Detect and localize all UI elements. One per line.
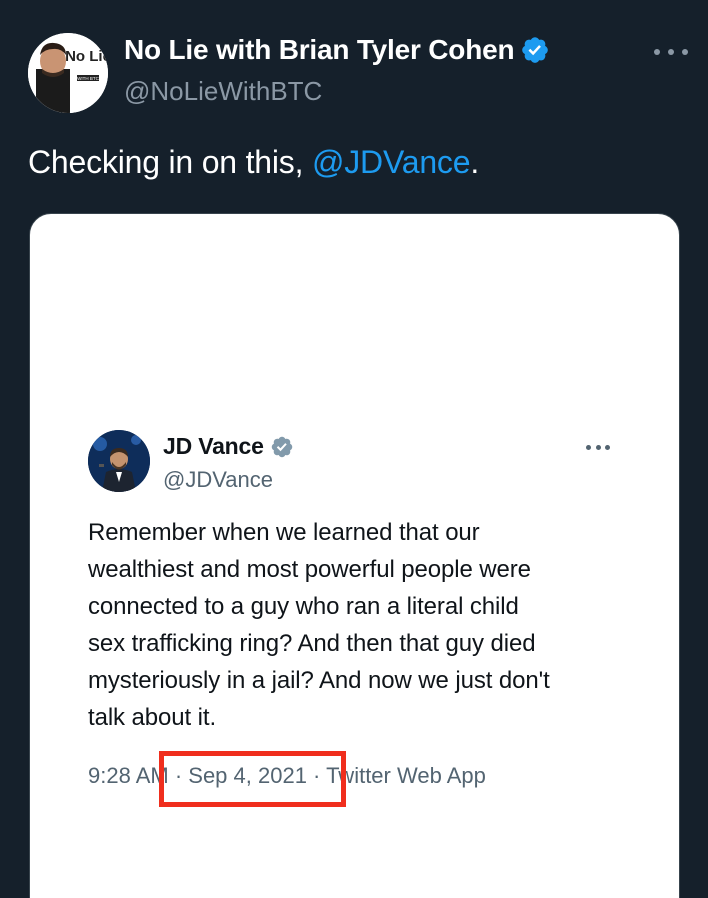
more-dot	[682, 49, 688, 55]
embedded-text-line: mysteriously in a jail? And now we just …	[88, 667, 550, 694]
embedded-name-row: JD Vance	[163, 433, 294, 460]
attached-image[interactable]: JD Vance @JDVance Remember when we learn…	[29, 213, 680, 898]
embedded-more-icon	[586, 443, 610, 451]
svg-text:WITH BTC: WITH BTC	[77, 76, 99, 81]
embedded-more-dot	[605, 444, 610, 450]
author-avatar-image: No Lie WITH BTC	[28, 33, 108, 113]
mention-link[interactable]: @JDVance	[312, 144, 471, 180]
embedded-text-line: talk about it.	[88, 704, 217, 731]
embedded-avatar-image	[88, 430, 150, 492]
tweet-header: No Lie WITH BTC No Lie with Brian Tyler …	[28, 30, 688, 114]
embedded-display-name: JD Vance	[163, 433, 264, 459]
more-dot	[668, 49, 674, 55]
embedded-tweet-text: Remember when we learned that our wealth…	[88, 514, 648, 736]
more-dot	[654, 49, 660, 55]
author-name-row: No Lie with Brian Tyler Cohen	[124, 34, 550, 66]
embedded-more-dot	[595, 444, 601, 450]
tweet-page: No Lie WITH BTC No Lie with Brian Tyler …	[0, 0, 708, 898]
embedded-more-dot	[586, 444, 591, 450]
date-highlight-box	[159, 751, 346, 807]
tweet-text: Checking in on this, @JDVance.	[28, 144, 678, 181]
embedded-text-line: sex trafficking ring? And then that guy …	[88, 630, 536, 657]
embedded-avatar	[88, 430, 150, 492]
author-display-name[interactable]: No Lie with Brian Tyler Cohen	[124, 34, 515, 66]
tweet-text-suffix: .	[470, 144, 480, 180]
embedded-handle: @JDVance	[163, 467, 273, 492]
embedded-verified-badge-icon	[271, 436, 292, 457]
author-avatar[interactable]: No Lie WITH BTC	[28, 33, 108, 113]
embedded-text-line: wealthiest and most powerful people were	[88, 556, 531, 583]
embedded-tweet-screenshot: JD Vance @JDVance Remember when we learn…	[30, 214, 679, 898]
author-handle[interactable]: @NoLieWithBTC	[124, 76, 322, 107]
tweet-text-prefix: Checking in on this,	[28, 144, 312, 180]
verified-badge-icon	[522, 37, 549, 63]
embedded-text-line: connected to a guy who ran a literal chi…	[88, 593, 519, 620]
more-options-icon[interactable]	[654, 42, 688, 62]
svg-text:No Lie: No Lie	[65, 48, 108, 65]
embedded-text-line: Remember when we learned that our	[88, 519, 480, 546]
